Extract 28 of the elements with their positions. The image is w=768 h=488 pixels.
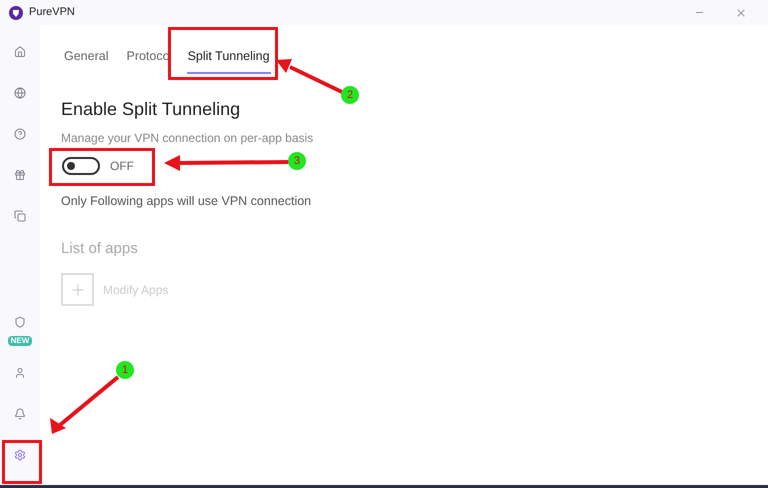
gift-icon xyxy=(14,169,26,181)
globe-icon xyxy=(14,87,26,99)
shield-icon xyxy=(14,316,26,328)
bell-icon xyxy=(14,408,26,420)
help-icon xyxy=(14,128,26,140)
settings-icon xyxy=(14,449,26,461)
list-heading: List of apps xyxy=(61,238,138,258)
tab[interactable]: Split Tunneling xyxy=(186,47,271,74)
close-icon[interactable] xyxy=(735,6,747,18)
tab[interactable]: General xyxy=(63,47,110,74)
pointer-arrow xyxy=(276,59,343,94)
new-badge: NEW xyxy=(8,336,32,346)
tab[interactable]: Protoco xyxy=(125,47,171,74)
description-text: Manage your VPN connection on per-app basis xyxy=(61,130,314,147)
devices-icon xyxy=(14,210,26,222)
step-number: 2 xyxy=(341,86,359,104)
window-title: PureVPN xyxy=(29,5,75,20)
step-number: 1 xyxy=(116,361,134,379)
step-number: 3 xyxy=(288,152,306,170)
user-icon xyxy=(14,367,26,379)
toggle-switch[interactable] xyxy=(62,156,100,175)
highlight-frame xyxy=(2,440,42,484)
note-text: Only Following apps will use VPN connection xyxy=(61,192,312,210)
section-heading: Enable Split Tunneling xyxy=(61,98,240,121)
home-icon xyxy=(14,46,26,58)
logo-icon xyxy=(9,6,23,20)
toggle-label: OFF xyxy=(110,158,134,175)
pointer-arrow xyxy=(50,375,120,434)
